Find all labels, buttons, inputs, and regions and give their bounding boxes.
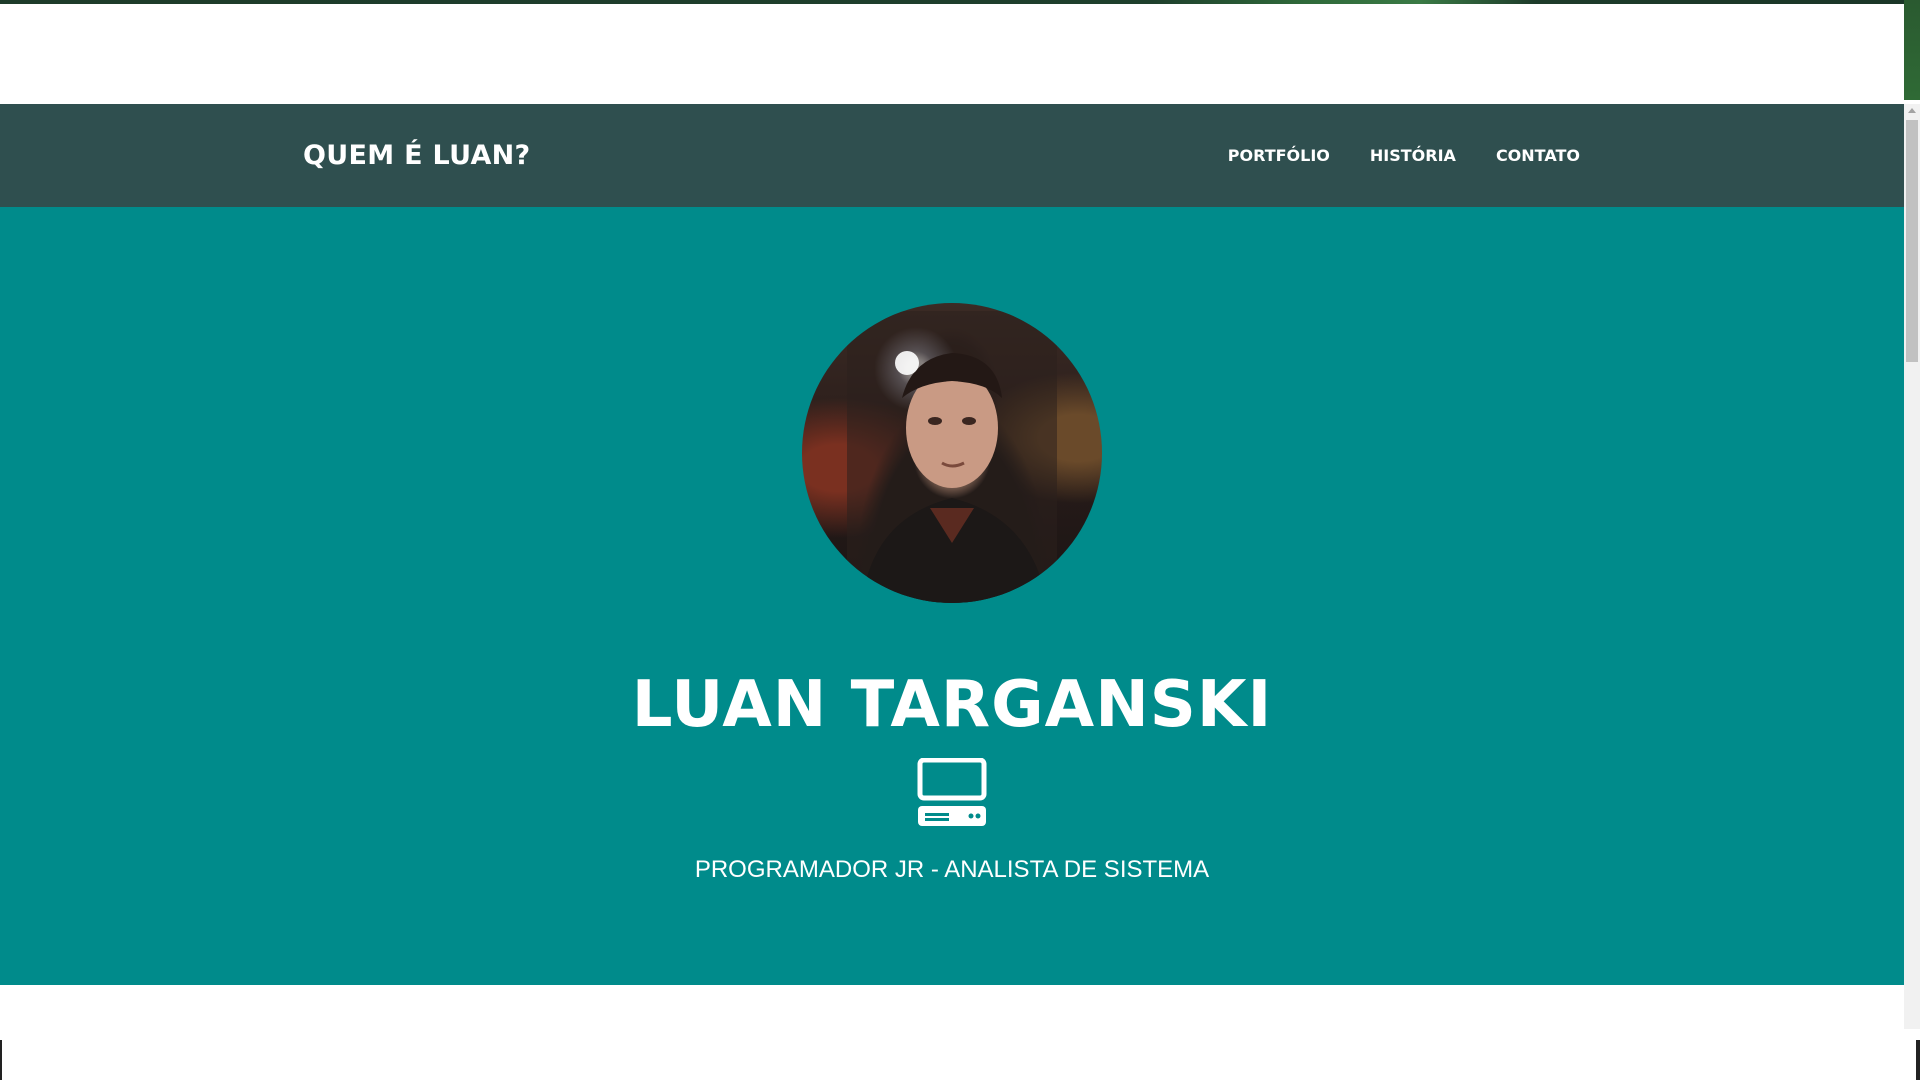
nav-links: PORTFÓLIO HISTÓRIA CONTATO (1228, 104, 1580, 207)
nav-link-portfolio[interactable]: PORTFÓLIO (1228, 146, 1330, 165)
navbar: QUEM É LUAN? PORTFÓLIO HISTÓRIA CONTATO (0, 104, 1904, 207)
avatar (802, 303, 1102, 603)
page-top-spacer (0, 4, 1904, 104)
hero-subtitle: PROGRAMADOR JR - ANALISTA DE SISTEMA (694, 856, 1210, 883)
scrollbar-thumb[interactable] (1906, 120, 1918, 362)
computer-icon (917, 758, 987, 826)
nav-link-historia[interactable]: HISTÓRIA (1370, 146, 1456, 165)
window-edge (1904, 0, 1920, 100)
window-border-left (0, 1040, 2, 1080)
window-border-right (1916, 1040, 1920, 1080)
brand-link[interactable]: QUEM É LUAN? (303, 104, 531, 207)
hero-name: LUAN TARGANSKI (631, 668, 1273, 742)
profile-photo (847, 311, 1057, 603)
nav-link-contato[interactable]: CONTATO (1496, 146, 1580, 165)
vertical-scrollbar[interactable] (1904, 104, 1920, 1029)
scroll-up-icon[interactable] (1908, 108, 1916, 113)
hero-section: LUAN TARGANSKI PROGRAMADOR JR - ANALISTA… (0, 207, 1904, 985)
